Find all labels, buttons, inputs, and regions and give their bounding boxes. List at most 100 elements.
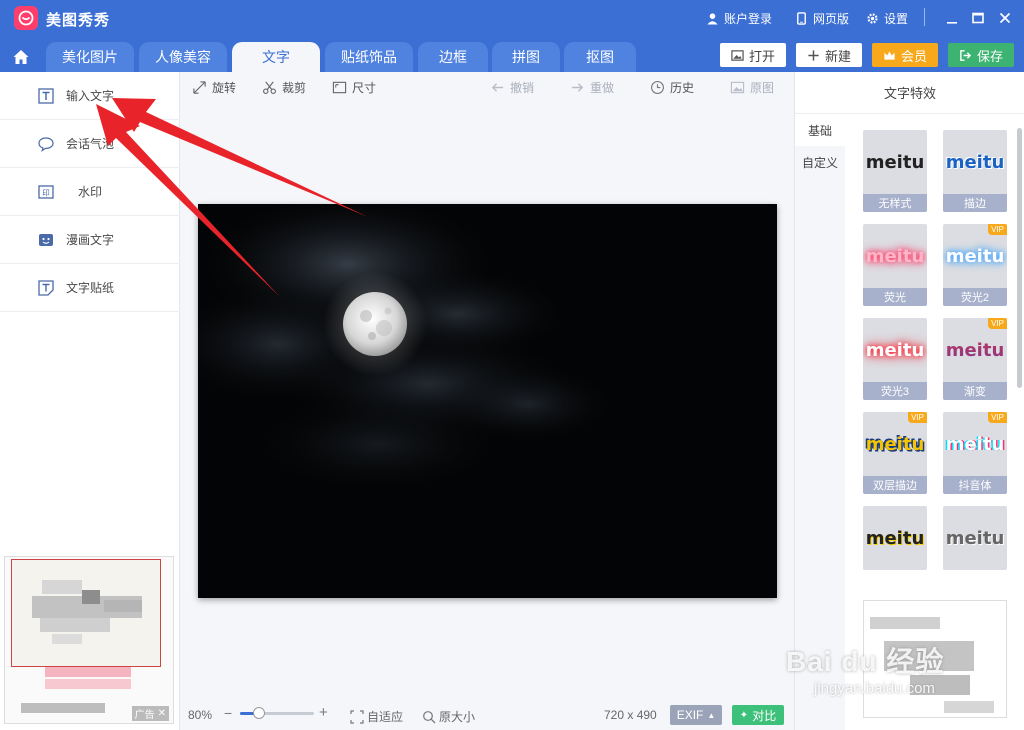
save-label: 保存	[976, 48, 1003, 64]
effect-card[interactable]: meitu	[943, 506, 1007, 570]
web-version-link[interactable]: 网页版	[795, 10, 849, 27]
redo-label: 重做	[590, 81, 615, 95]
effect-sample-text: meitu	[945, 527, 1005, 549]
rotate-tool[interactable]: 旋转	[192, 79, 236, 96]
exif-label: EXIF	[676, 708, 704, 722]
ad-banner[interactable]: 广告 ✕	[4, 556, 174, 724]
ad-close-icon[interactable]: ✕	[158, 708, 166, 719]
ad-tag: 广告 ✕	[131, 706, 169, 721]
fit-screen-icon	[350, 709, 364, 724]
zoom-out-button[interactable]: −	[224, 705, 232, 721]
moon-photo	[198, 204, 777, 598]
tab-custom[interactable]: 自定义	[795, 146, 845, 178]
tab-cutout[interactable]: 抠图	[564, 42, 636, 72]
exif-button[interactable]: EXIF ▲	[670, 705, 722, 725]
original-label: 原图	[750, 81, 775, 95]
maximize-icon	[972, 12, 984, 24]
tab-stickers[interactable]: 贴纸饰品	[325, 42, 413, 72]
minimize-button[interactable]	[942, 8, 962, 28]
new-button[interactable]: 新建	[796, 43, 862, 67]
comic-face-icon	[39, 233, 53, 246]
open-button[interactable]: 打开	[720, 43, 786, 67]
redo-tool[interactable]: 重做	[570, 79, 614, 96]
text-tools-panel: 输入文字 会话气泡 印 水印 漫画文字 文字贴纸 广告 ✕	[0, 72, 180, 730]
speech-bubble-label: 会话气泡	[66, 137, 115, 151]
tab-label: 美化图片	[62, 49, 118, 65]
maximize-button[interactable]	[968, 8, 988, 28]
effect-label: 荧光2	[943, 288, 1007, 306]
caret-up-icon: ▲	[707, 710, 716, 720]
tab-custom-label: 自定义	[801, 155, 838, 170]
size-tool[interactable]: 尺寸	[332, 79, 376, 96]
compare-label: 对比	[752, 708, 777, 723]
effects-scrollbar[interactable]	[1017, 128, 1022, 388]
minimize-icon	[947, 22, 957, 24]
ad-image	[11, 559, 161, 667]
settings-label: 设置	[884, 12, 909, 26]
redo-arrow-icon	[571, 83, 584, 92]
baidu-watermark: Bai du 经验	[786, 646, 945, 677]
tab-basic[interactable]: 基础	[795, 114, 845, 146]
save-button[interactable]: 保存	[948, 43, 1014, 67]
effect-label: 抖音体	[943, 476, 1007, 494]
account-login-link[interactable]: 账户登录	[706, 10, 772, 27]
undo-tool[interactable]: 撤销	[490, 79, 534, 96]
effect-card[interactable]: meitu 无样式	[863, 130, 927, 212]
tab-text[interactable]: 文字	[232, 42, 320, 72]
clock-icon	[651, 81, 664, 94]
comic-text-item[interactable]: 漫画文字	[0, 216, 180, 264]
effect-sample-text: meitu	[865, 527, 925, 549]
tab-beautify[interactable]: 美化图片	[46, 42, 134, 72]
tab-label: 人像美容	[155, 49, 211, 65]
effect-label: 描边	[943, 194, 1007, 212]
vip-label: 会员	[900, 48, 927, 64]
comic-text-label: 漫画文字	[66, 233, 115, 247]
effect-card[interactable]: meitu 荧光3	[863, 318, 927, 400]
tab-portrait[interactable]: 人像美容	[139, 42, 227, 72]
account-login-label: 账户登录	[724, 12, 773, 26]
tab-collage[interactable]: 拼图	[492, 42, 560, 72]
history-label: 历史	[670, 81, 695, 95]
actual-size-button[interactable]: 原大小	[422, 708, 475, 725]
app-title: 美图秀秀	[46, 12, 111, 29]
zoom-slider[interactable]	[240, 707, 314, 719]
text-sticker-icon	[38, 279, 54, 296]
baidu-watermark-url: jingyan.baidu.com	[814, 680, 935, 697]
size-label: 尺寸	[352, 81, 377, 95]
new-label: 新建	[824, 48, 851, 64]
speech-bubble-item[interactable]: 会话气泡	[0, 120, 180, 168]
sparkle-icon: ✦	[739, 709, 749, 721]
home-button[interactable]	[0, 42, 42, 72]
zoom-slider-knob[interactable]	[252, 707, 265, 719]
effect-card[interactable]: meitu 荧光2 VIP	[943, 224, 1007, 306]
tab-label: 文字	[262, 49, 290, 65]
input-text-item[interactable]: 输入文字	[0, 72, 180, 120]
original-tool[interactable]: 原图	[730, 79, 774, 96]
effect-card[interactable]: meitu 描边	[943, 130, 1007, 212]
photo-canvas[interactable]	[198, 204, 777, 598]
effect-card[interactable]: meitu 渐变 VIP	[943, 318, 1007, 400]
effect-card[interactable]: meitu	[863, 506, 927, 570]
effect-card[interactable]: meitu 抖音体 VIP	[943, 412, 1007, 494]
effects-title: 文字特效	[795, 72, 1024, 114]
plus-icon	[808, 49, 819, 61]
watermark-item[interactable]: 印 水印	[0, 168, 180, 216]
compare-button[interactable]: ✦ 对比	[732, 705, 784, 725]
settings-link[interactable]: 设置	[866, 10, 908, 27]
close-icon	[999, 12, 1011, 24]
effect-card[interactable]: meitu 双层描边 VIP	[863, 412, 927, 494]
history-tool[interactable]: 历史	[650, 79, 694, 96]
crop-tool[interactable]: 裁剪	[262, 79, 306, 96]
close-button[interactable]	[995, 8, 1015, 28]
tab-border[interactable]: 边框	[418, 42, 488, 72]
text-sticker-item[interactable]: 文字贴纸	[0, 264, 180, 312]
effect-card[interactable]: meitu 荧光	[863, 224, 927, 306]
fit-button[interactable]: 自适应	[350, 708, 403, 725]
effect-sample-text: meitu	[865, 151, 925, 173]
zoom-in-button[interactable]: +	[319, 704, 328, 721]
user-icon	[707, 13, 718, 25]
tab-label: 抠图	[586, 49, 614, 65]
text-box-icon	[38, 87, 54, 104]
vip-button[interactable]: 会员	[872, 43, 938, 67]
text-sticker-label: 文字贴纸	[66, 281, 115, 295]
